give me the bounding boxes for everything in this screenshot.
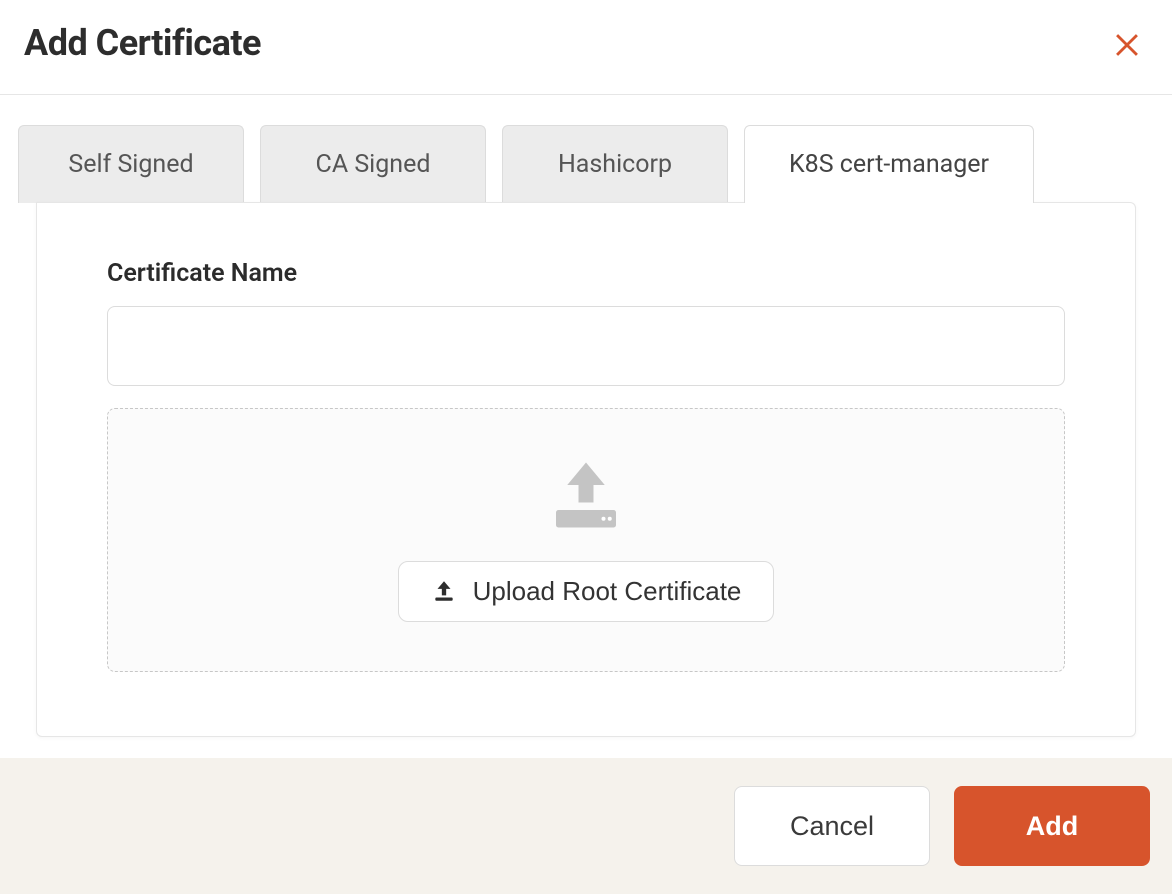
certificate-name-input[interactable] [107,306,1065,386]
add-button[interactable]: Add [954,786,1150,866]
upload-cloud-icon [546,459,626,531]
tab-label: Self Signed [68,150,193,179]
button-label: Cancel [790,811,874,842]
upload-icon [431,578,457,604]
tab-label: CA Signed [316,150,431,179]
close-button[interactable] [1106,22,1148,64]
tab-k8s-cert-manager[interactable]: K8S cert-manager [744,125,1034,203]
upload-dropzone[interactable]: Upload Root Certificate [107,408,1065,672]
dialog-header: Add Certificate [0,0,1172,95]
button-label: Add [1026,811,1078,842]
dialog-title: Add Certificate [24,22,261,64]
cancel-button[interactable]: Cancel [734,786,930,866]
close-icon [1110,26,1144,60]
tab-list: Self Signed CA Signed Hashicorp K8S cert… [18,125,1154,203]
certificate-name-label: Certificate Name [107,259,1065,288]
tab-label: Hashicorp [558,150,672,179]
tab-self-signed[interactable]: Self Signed [18,125,244,203]
tabs-container: Self Signed CA Signed Hashicorp K8S cert… [0,95,1172,738]
upload-button-label: Upload Root Certificate [473,576,742,607]
tab-panel: Certificate Name Upload Root Certificate [36,202,1136,737]
tab-hashicorp[interactable]: Hashicorp [502,125,728,203]
tab-label: K8S cert-manager [789,150,989,179]
dialog-footer: Cancel Add [0,758,1172,894]
upload-root-cert-button[interactable]: Upload Root Certificate [398,561,775,622]
tab-ca-signed[interactable]: CA Signed [260,125,486,203]
